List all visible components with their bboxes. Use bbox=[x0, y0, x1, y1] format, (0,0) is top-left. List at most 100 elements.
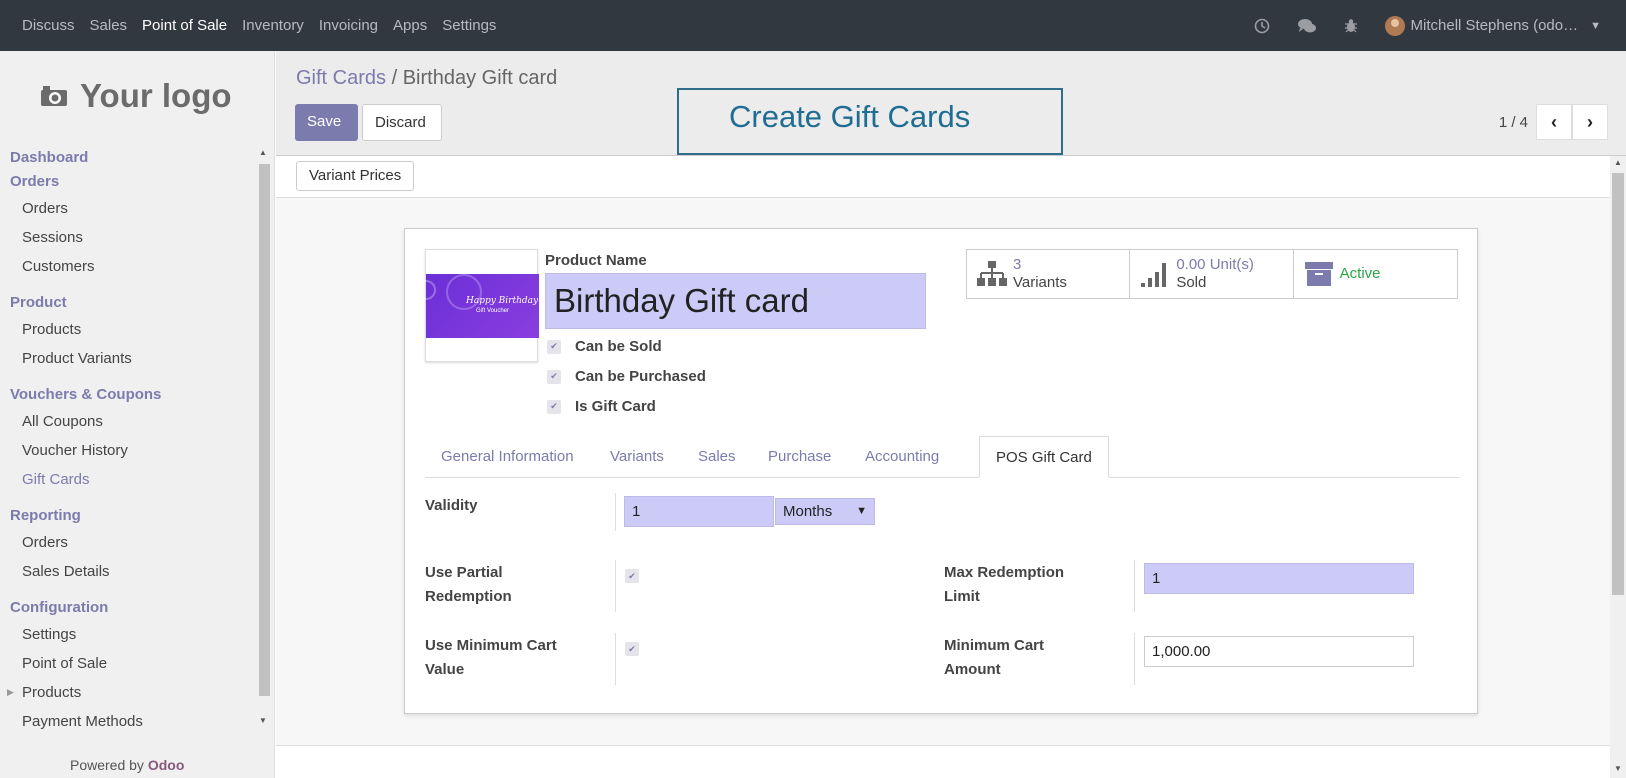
bug-icon[interactable] bbox=[1344, 18, 1358, 34]
chatter-area bbox=[276, 745, 1610, 778]
use-minimum-cart-value-label: Use Minimum Cart Value bbox=[425, 634, 557, 682]
company-logo[interactable]: Your logo bbox=[40, 77, 232, 115]
is-gift-card-label: Is Gift Card bbox=[575, 398, 656, 415]
tab-pos-gift-card[interactable]: POS Gift Card bbox=[979, 436, 1109, 478]
tab-variants[interactable]: Variants bbox=[594, 436, 680, 478]
sidebar-section-dashboard[interactable]: Dashboard bbox=[0, 146, 255, 170]
nav-point-of-sale[interactable]: Point of Sale bbox=[142, 17, 227, 34]
sidebar-item-gift-cards[interactable]: Gift Cards bbox=[0, 465, 255, 494]
sidebar-item-payment-methods[interactable]: Payment Methods bbox=[0, 707, 255, 736]
chevron-right-icon[interactable]: › bbox=[1572, 104, 1608, 140]
sidebar-section-reporting[interactable]: Reporting bbox=[0, 504, 255, 528]
sidebar-item-orders[interactable]: Orders bbox=[0, 194, 255, 223]
chevron-down-icon: ▼ bbox=[1590, 19, 1601, 32]
sidebar-section-product[interactable]: Product bbox=[0, 291, 255, 315]
can-be-sold-label: Can be Sold bbox=[575, 338, 662, 355]
sidebar-item-config-products-label: Products bbox=[22, 684, 82, 701]
sold-count: 0.00 bbox=[1176, 256, 1206, 273]
check-icon: ✔ bbox=[547, 339, 561, 354]
sold-label: Sold bbox=[1176, 274, 1207, 291]
systray: Mitchell Stephens (odo… ▼ bbox=[1254, 0, 1626, 51]
nav-apps[interactable]: Apps bbox=[393, 17, 427, 34]
tab-accounting[interactable]: Accounting bbox=[849, 436, 955, 478]
breadcrumb-current: Birthday Gift card bbox=[402, 67, 558, 89]
max-redemption-limit-input[interactable]: 1 bbox=[1144, 563, 1414, 594]
tab-purchase[interactable]: Purchase bbox=[752, 436, 847, 478]
nav-discuss[interactable]: Discuss bbox=[22, 17, 75, 34]
is-gift-card-checkbox[interactable]: ✔ Is Gift Card bbox=[547, 398, 656, 415]
variants-smart-button[interactable]: 3 Variants bbox=[967, 250, 1131, 298]
tab-general-information[interactable]: General Information bbox=[425, 436, 590, 478]
validity-input[interactable]: 1 bbox=[624, 496, 774, 527]
use-partial-redemption-label: Use Partial Redemption bbox=[425, 561, 512, 609]
active-label: Active bbox=[1339, 265, 1381, 282]
scrollbar-thumb[interactable] bbox=[1612, 173, 1624, 595]
sidebar-section-vouchers-coupons[interactable]: Vouchers & Coupons bbox=[0, 383, 255, 407]
scrollbar-thumb[interactable] bbox=[259, 164, 270, 696]
save-button[interactable]: Save bbox=[295, 104, 358, 141]
chevron-left-icon[interactable]: ‹ bbox=[1536, 104, 1572, 140]
sidebar-item-config-products[interactable]: ▶ Products bbox=[0, 678, 255, 707]
sidebar-item-all-coupons[interactable]: All Coupons bbox=[0, 407, 255, 436]
tab-sales[interactable]: Sales bbox=[682, 436, 752, 478]
discard-button[interactable]: Discard bbox=[362, 104, 442, 141]
main-scrollbar[interactable]: ▲ ▼ bbox=[1610, 156, 1626, 778]
sidebar-item-customers[interactable]: Customers bbox=[0, 252, 255, 281]
use-minimum-cart-label-1: Use Minimum Cart bbox=[425, 637, 557, 654]
user-menu[interactable]: Mitchell Stephens (odo… ▼ bbox=[1384, 15, 1601, 36]
scroll-up-icon[interactable]: ▲ bbox=[259, 148, 267, 157]
sidebar-item-sessions[interactable]: Sessions bbox=[0, 223, 255, 252]
breadcrumb-separator: / bbox=[391, 67, 398, 89]
caret-down-icon: ▼ bbox=[856, 505, 867, 517]
scroll-down-icon[interactable]: ▼ bbox=[1614, 764, 1622, 773]
nav-sales[interactable]: Sales bbox=[90, 17, 128, 34]
nav-inventory[interactable]: Inventory bbox=[242, 17, 304, 34]
sidebar-section-configuration[interactable]: Configuration bbox=[0, 596, 255, 620]
sidebar-scrollbar[interactable]: ▲ ▼ bbox=[256, 146, 272, 761]
use-partial-redemption-checkbox[interactable]: ✔ bbox=[625, 569, 639, 583]
sidebar-item-sales-details[interactable]: Sales Details bbox=[0, 557, 255, 586]
nav-settings[interactable]: Settings bbox=[442, 17, 496, 34]
can-be-purchased-label: Can be Purchased bbox=[575, 368, 706, 385]
can-be-sold-checkbox[interactable]: ✔ Can be Sold bbox=[547, 338, 662, 355]
variants-label: Variants bbox=[1013, 274, 1067, 291]
scroll-up-icon[interactable]: ▲ bbox=[1614, 158, 1622, 167]
top-navbar: Discuss Sales Point of Sale Inventory In… bbox=[0, 0, 1626, 51]
sold-unit: Unit(s) bbox=[1209, 256, 1254, 273]
sidebar: Your logo Dashboard Orders Orders Sessio… bbox=[0, 51, 275, 778]
use-minimum-cart-checkbox[interactable]: ✔ bbox=[625, 642, 639, 656]
validity-unit-value: Months bbox=[783, 503, 833, 520]
product-image[interactable]: Happy Birthday Gift Voucher bbox=[416, 249, 539, 362]
use-partial-redemption-label-2: Redemption bbox=[425, 588, 512, 605]
callout-text: Create Gift Cards bbox=[729, 99, 971, 134]
validity-label: Validity bbox=[425, 497, 478, 514]
product-name-label: Product Name bbox=[545, 252, 647, 269]
app-menu: Discuss Sales Point of Sale Inventory In… bbox=[22, 17, 511, 34]
active-toggle-button[interactable]: Active bbox=[1294, 250, 1457, 298]
can-be-purchased-checkbox[interactable]: ✔ Can be Purchased bbox=[547, 368, 706, 385]
nav-invoicing[interactable]: Invoicing bbox=[319, 17, 378, 34]
sidebar-item-products[interactable]: Products bbox=[0, 315, 255, 344]
form-statusbar: Variant Prices bbox=[276, 156, 1610, 198]
validity-unit-select[interactable]: Months ▼ bbox=[775, 498, 875, 525]
sidebar-section-orders[interactable]: Orders bbox=[0, 170, 255, 194]
sidebar-item-reporting-orders[interactable]: Orders bbox=[0, 528, 255, 557]
scroll-down-icon[interactable]: ▼ bbox=[259, 716, 267, 725]
odoo-link[interactable]: Odoo bbox=[148, 757, 185, 773]
sidebar-item-product-variants[interactable]: Product Variants bbox=[0, 344, 255, 373]
minimum-cart-amount-label-2: Amount bbox=[944, 661, 1001, 678]
user-name: Mitchell Stephens (odo… bbox=[1410, 17, 1579, 34]
minimum-cart-amount-input[interactable]: 1,000.00 bbox=[1144, 636, 1414, 667]
sidebar-item-settings[interactable]: Settings bbox=[0, 620, 255, 649]
clock-icon[interactable] bbox=[1254, 18, 1270, 34]
image-text-1: Happy Birthday bbox=[466, 296, 539, 306]
sidebar-item-point-of-sale[interactable]: Point of Sale bbox=[0, 649, 255, 678]
sidebar-item-voucher-history[interactable]: Voucher History bbox=[0, 436, 255, 465]
product-name-input[interactable]: Birthday Gift card bbox=[545, 273, 926, 329]
camera-icon bbox=[41, 86, 67, 106]
chat-icon[interactable] bbox=[1297, 18, 1317, 34]
pager-value[interactable]: 1 / 4 bbox=[1499, 114, 1528, 131]
breadcrumb-parent[interactable]: Gift Cards bbox=[296, 67, 386, 89]
sold-smart-button[interactable]: 0.00 Unit(s) Sold bbox=[1130, 250, 1294, 298]
variant-prices-button[interactable]: Variant Prices bbox=[296, 161, 415, 191]
